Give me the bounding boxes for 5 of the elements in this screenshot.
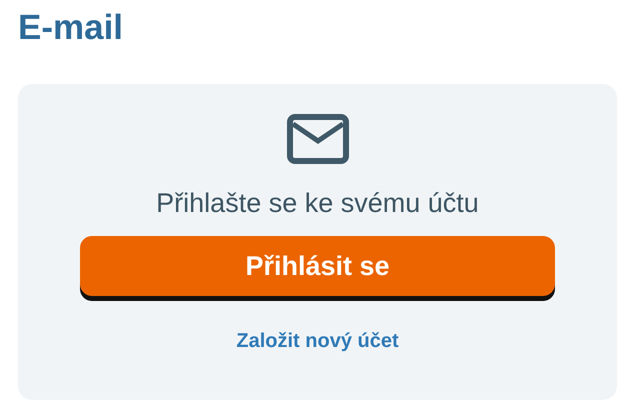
login-prompt: Přihlašte se ke svému účtu xyxy=(156,187,479,220)
register-link[interactable]: Založit nový účet xyxy=(236,326,399,356)
envelope-icon xyxy=(286,114,348,164)
page-heading: E-mail xyxy=(18,8,124,48)
login-button[interactable]: Přihlásit se xyxy=(80,236,555,296)
